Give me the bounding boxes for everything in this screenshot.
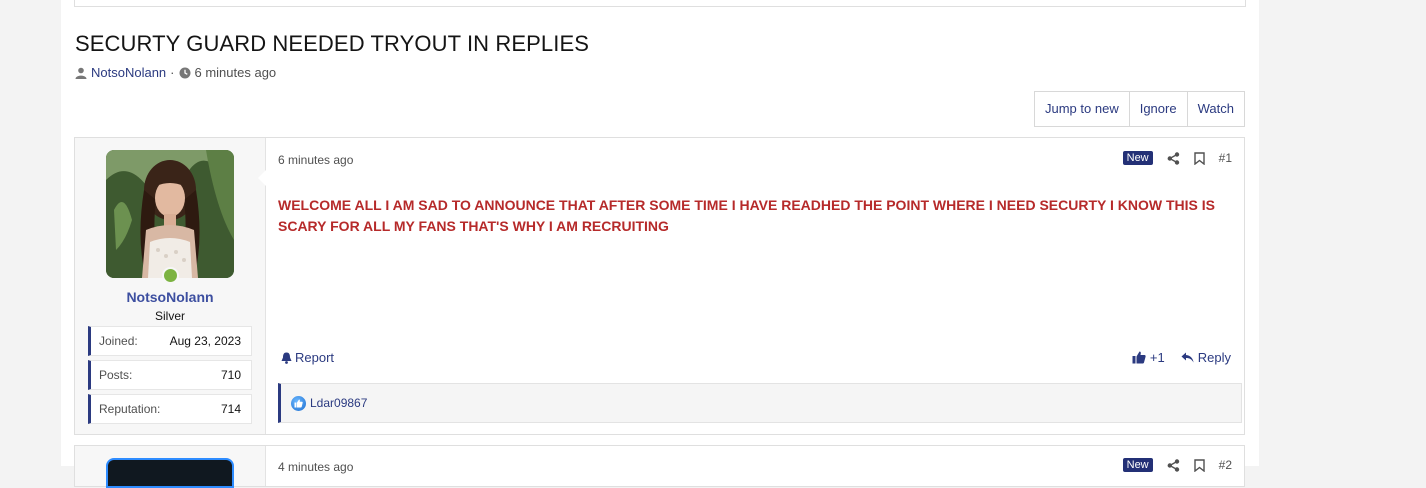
- stat-reputation: Reputation: 714: [88, 394, 252, 424]
- post-user-panel: NotsoNolann Silver Joined: Aug 23, 2023 …: [75, 138, 266, 434]
- stat-label: Joined:: [99, 334, 138, 348]
- bookmark-icon[interactable]: [1193, 151, 1205, 165]
- thread-title: SECURTY GUARD NEEDED TRYOUT IN REPLIES: [75, 31, 589, 56]
- ignore-button[interactable]: Ignore: [1130, 92, 1188, 126]
- stat-value: 710: [220, 368, 241, 382]
- online-status-indicator: [162, 267, 179, 284]
- post-footer-actions: +1 Reply: [1132, 350, 1231, 365]
- share-icon[interactable]: [1167, 458, 1180, 472]
- report-link[interactable]: Report: [281, 350, 334, 365]
- user-title: Silver: [154, 309, 185, 323]
- new-badge: New: [1122, 458, 1153, 472]
- thread-action-buttons: Jump to new Ignore Watch: [1034, 91, 1245, 127]
- stat-label: Posts:: [99, 368, 133, 382]
- post-header-actions: New #2: [1122, 458, 1232, 472]
- stat-label: Reputation:: [99, 402, 161, 416]
- post-username[interactable]: NotsoNolann: [75, 289, 265, 305]
- bookmark-icon[interactable]: [1193, 458, 1205, 472]
- reaction-user-link[interactable]: Ldar09867: [310, 396, 367, 410]
- post-number[interactable]: #1: [1219, 151, 1232, 165]
- user-icon: [75, 67, 87, 79]
- user-stats: Joined: Aug 23, 2023 Posts: 710 Reputati…: [88, 326, 252, 428]
- new-badge: New: [1122, 151, 1153, 165]
- post-body-text: WELCOME ALL I AM SAD TO ANNOUNCE THAT AF…: [278, 197, 1215, 234]
- bell-icon: [281, 352, 292, 364]
- post-time[interactable]: 6 minutes ago: [278, 153, 353, 167]
- like-reaction-icon: [291, 395, 306, 411]
- report-label: Report: [295, 350, 335, 365]
- meta-separator: ·: [170, 65, 175, 80]
- post-2: 4 minutes ago New #2: [74, 445, 1245, 488]
- reply-icon: [1181, 352, 1194, 363]
- thread-meta: NotsoNolann · 6 minutes ago: [75, 65, 276, 80]
- stat-posts: Posts: 710: [88, 360, 252, 390]
- previous-block: [74, 0, 1246, 7]
- stat-value: 714: [220, 402, 241, 416]
- stat-value: Aug 23, 2023: [169, 334, 241, 348]
- post-header-actions: New #1: [1122, 151, 1232, 165]
- thread-author-link[interactable]: NotsoNolann: [91, 65, 166, 80]
- reply-label: Reply: [1197, 350, 1231, 365]
- clock-icon: [179, 67, 190, 78]
- thumbs-up-icon: [1132, 351, 1146, 364]
- avatar[interactable]: [106, 150, 234, 278]
- post-number[interactable]: #2: [1219, 458, 1232, 472]
- page-container: SECURTY GUARD NEEDED TRYOUT IN REPLIES N…: [61, 0, 1259, 488]
- watch-button[interactable]: Watch: [1188, 92, 1244, 126]
- reactions-bar: Ldar09867: [278, 383, 1242, 423]
- thread-time[interactable]: 6 minutes ago: [195, 65, 277, 80]
- jump-to-new-button[interactable]: Jump to new: [1035, 92, 1130, 126]
- like-count: +1: [1149, 350, 1165, 365]
- avatar-image: [106, 150, 234, 278]
- post-time[interactable]: 4 minutes ago: [278, 460, 353, 474]
- post-user-panel: [75, 446, 266, 488]
- share-icon[interactable]: [1167, 151, 1180, 165]
- reply-button[interactable]: Reply: [1181, 350, 1231, 365]
- stat-joined: Joined: Aug 23, 2023: [88, 326, 252, 356]
- post-1: NotsoNolann Silver Joined: Aug 23, 2023 …: [74, 137, 1245, 435]
- post-arrow: [258, 168, 268, 188]
- avatar[interactable]: [106, 458, 234, 488]
- like-button[interactable]: +1: [1132, 350, 1165, 365]
- post-content: 6 minutes ago New #1 WELCOME ALL I AM SA…: [258, 138, 1244, 434]
